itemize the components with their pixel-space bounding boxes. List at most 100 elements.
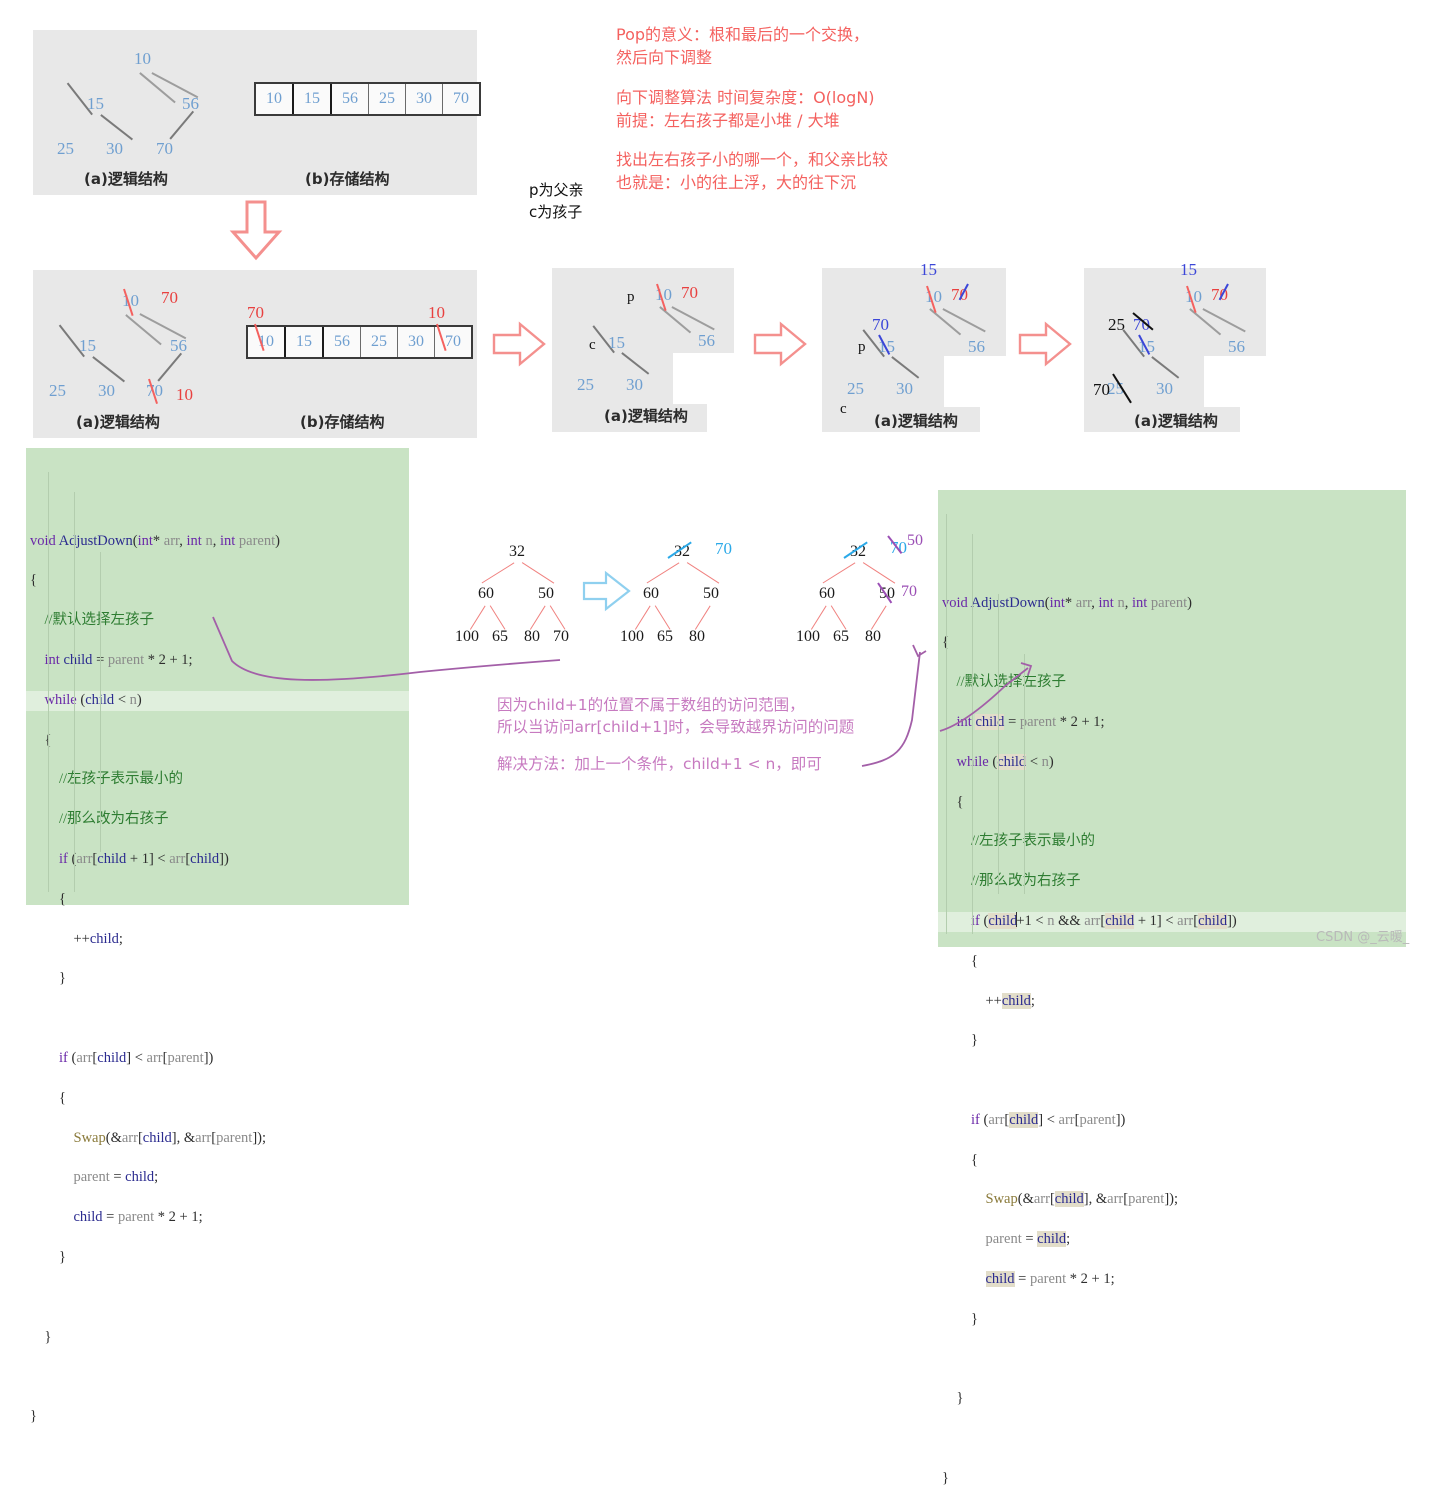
fig1-array-cell: 15 <box>294 84 332 114</box>
fig2-caption-a: (a)逻辑结构 <box>76 413 160 431</box>
fig4-label-p: p <box>858 339 866 355</box>
small2-node-right: 50 <box>703 585 719 602</box>
fig2-node-right: 56 <box>170 336 187 355</box>
code-line: int child = parent * 2 + 1; <box>956 713 1105 730</box>
fig5-ann-left-black: 25 <box>1108 315 1125 334</box>
fig4-ann-top-blue: 15 <box>920 260 937 279</box>
small3-edge-left-lr <box>830 605 847 630</box>
small3-node-rl: 80 <box>865 628 881 645</box>
small2-node-ll: 100 <box>620 628 644 645</box>
code-line: } <box>30 1328 52 1345</box>
small1-node-rr: 70 <box>553 628 569 645</box>
small1-node-root: 32 <box>509 543 525 560</box>
code-line: void AdjustDown(int* arr, int n, int par… <box>30 532 280 549</box>
code-line: int child = parent * 2 + 1; <box>44 652 193 669</box>
fig2-ann-array-first: 70 <box>247 303 264 322</box>
small2-edge-left-ll <box>634 605 651 630</box>
small2-edge-right-rl <box>694 605 711 630</box>
code-line: { <box>942 1151 978 1168</box>
right-arrow-small <box>582 570 632 612</box>
fig1-array-cell: 25 <box>369 84 406 114</box>
small1-edge-right-rr <box>549 605 566 630</box>
right-arrow-2 <box>753 320 809 368</box>
watermark: CSDN @_云暖_ <box>1316 930 1410 945</box>
code-line: Swap(&arr[child], &arr[parent]); <box>73 1129 267 1146</box>
small3-edge-root-left <box>822 562 856 584</box>
code-line: ++child; <box>30 930 123 947</box>
fig1-node-right: 56 <box>182 94 199 113</box>
small1-edge-left-ll <box>469 605 486 630</box>
right-arrow-1 <box>492 320 548 368</box>
code-block-left[interactable]: void AdjustDown(int* arr, int n, int par… <box>26 448 409 1424</box>
code-line: while (child < n) <box>957 753 1054 770</box>
fig1-array-cell: 30 <box>406 84 443 114</box>
small3-edge-right-rl <box>870 605 887 630</box>
fig2-node-lr: 30 <box>98 381 115 400</box>
note-compare-rule: 找出左右孩子小的哪一个，和父亲比较 也就是：小的往上浮，大的往下沉 <box>616 150 889 193</box>
code-line: //那么改为右孩子 <box>59 811 169 828</box>
fig2-array-cell: 10 <box>248 327 286 357</box>
small3-node-left: 60 <box>819 585 835 602</box>
fig1-node-ll: 25 <box>57 139 74 158</box>
small3-ann-right-purple: 70 <box>901 583 917 600</box>
fig4-ann-left-blue: 70 <box>872 315 889 334</box>
note-pc-legend: p为父亲 c为孩子 <box>529 181 584 221</box>
small3-ann-root-purple: 50 <box>907 532 923 549</box>
small3-node-lr: 65 <box>833 628 849 645</box>
fig1-array-cell: 70 <box>453 90 469 107</box>
fig4-node-lr: 30 <box>896 379 913 398</box>
code-line: } <box>30 1408 37 1425</box>
fig1-caption-a: (a)逻辑结构 <box>84 170 168 188</box>
fig3-caption-a: (a)逻辑结构 <box>604 407 688 425</box>
code-line: if (arr[child] < arr[parent]) <box>971 1111 1126 1128</box>
fig3-node-ll: 25 <box>577 375 594 394</box>
fig1-array-cell: 56 <box>332 84 369 114</box>
fig3-label-c: c <box>589 337 596 353</box>
down-arrow <box>225 200 287 262</box>
code-line: //默认选择左孩子 <box>26 611 409 631</box>
fig3-panel-cutout <box>673 352 733 404</box>
fig4-node-right: 56 <box>968 337 985 356</box>
code-line: { <box>942 793 964 810</box>
code-line: parent = child; <box>985 1231 1071 1248</box>
small2-ann-root: 70 <box>715 539 732 558</box>
code-line: { <box>30 572 37 589</box>
note-oob-reason: 因为child+1的位置不属于数组的访问范围， 所以当访问arr[child+1… <box>497 696 855 737</box>
fig1-node-rl: 70 <box>156 139 173 158</box>
code-line: } <box>30 970 66 987</box>
small3-edge-root-right <box>862 562 896 584</box>
fig4-label-c: c <box>840 401 847 417</box>
small2-edge-left-lr <box>654 605 671 630</box>
fig2-caption-b: (b)存储结构 <box>300 413 385 431</box>
code-line: //那么改为右孩子 <box>971 873 1081 890</box>
code-line: if (arr[child] < arr[parent]) <box>59 1049 214 1066</box>
small2-edge-root-left <box>646 562 680 584</box>
code-line: //左孩子表示最小的 <box>971 833 1096 850</box>
small1-node-ll: 100 <box>455 628 479 645</box>
code-line: { <box>30 890 66 907</box>
fig3-node-left: 15 <box>608 333 625 352</box>
fig5-node-lr: 30 <box>1156 379 1173 398</box>
code-line: } <box>942 1390 964 1407</box>
fig2-array-cell: 30 <box>398 327 435 357</box>
fig5-ann-top-blue: 15 <box>1180 260 1197 279</box>
fig4-panel-cutout <box>944 355 1002 407</box>
fig1-node-left: 15 <box>87 94 104 113</box>
fig5-ann-leaf-black: 70 <box>1093 380 1110 399</box>
small2-node-left: 60 <box>643 585 659 602</box>
small1-node-lr: 65 <box>492 628 508 645</box>
small1-edge-left-lr <box>489 605 506 630</box>
code-line: { <box>30 1089 66 1106</box>
code-line: { <box>942 952 978 969</box>
code-line: child = parent * 2 + 1; <box>73 1209 203 1226</box>
code-block-right[interactable]: void AdjustDown(int* arr, int n, int par… <box>938 490 1406 1486</box>
fig1-caption-b: (b)存储结构 <box>305 170 390 188</box>
code-line: void AdjustDown(int* arr, int n, int par… <box>942 594 1192 611</box>
fig5-caption-a: (a)逻辑结构 <box>1134 412 1218 430</box>
small1-node-left: 60 <box>478 585 494 602</box>
code-line: //默认选择左孩子 <box>956 674 1067 691</box>
